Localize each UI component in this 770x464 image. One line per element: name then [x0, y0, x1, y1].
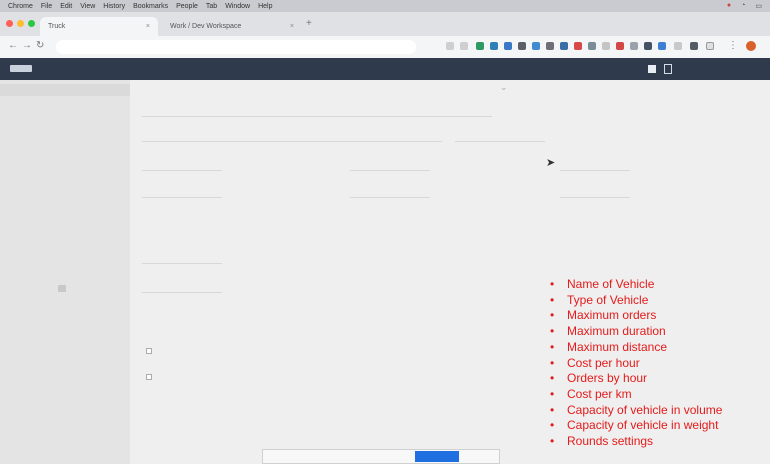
capacity-weight-underline[interactable] [142, 292, 222, 293]
menubar-status-area: ● ◔ ▭ [727, 2, 762, 10]
dropdown-caret-icon[interactable]: ⌄ [500, 82, 508, 93]
annotation-item: • Capacity of vehicle in weight [550, 418, 719, 433]
extension-icon[interactable] [560, 42, 568, 50]
annotation-item: • Name of Vehicle [550, 277, 655, 291]
annotation-item: • Orders by hour [550, 371, 648, 386]
close-tab-icon[interactable]: × [146, 23, 150, 30]
annotation-item: • Rounds settings [550, 434, 654, 449]
extension-icon[interactable] [658, 42, 666, 50]
sidebar-selected-highlight [0, 84, 130, 96]
extension-icon[interactable] [616, 42, 624, 50]
max-orders-underline[interactable] [142, 170, 222, 171]
menu-item-view[interactable]: View [80, 3, 95, 10]
menu-item-edit[interactable]: Edit [60, 3, 72, 10]
annotation-item: • Cost per hour [550, 355, 640, 370]
os-menubar: Chrome File Edit View History Bookmarks … [0, 0, 770, 12]
extension-icon[interactable] [706, 42, 714, 50]
max-duration-underline[interactable] [350, 170, 430, 171]
forward-icon[interactable]: → [22, 40, 32, 51]
checkbox-icon [146, 374, 152, 380]
logout-icon[interactable] [664, 64, 672, 74]
reload-icon[interactable]: ↻ [36, 40, 44, 51]
type-field-underline[interactable] [142, 141, 442, 142]
menu-item-window[interactable]: Window [225, 3, 250, 10]
mouse-cursor-icon: ➤ [546, 157, 556, 169]
new-tab-icon[interactable]: + [306, 18, 312, 29]
extension-icon[interactable] [518, 42, 526, 50]
sidebar-add-button[interactable] [58, 285, 72, 292]
checkbox-icon [146, 348, 152, 354]
extension-icon[interactable] [644, 42, 652, 50]
extension-icon[interactable] [588, 42, 596, 50]
rounds-checkbox-2[interactable] [146, 374, 152, 380]
orders-by-hour-underline[interactable] [350, 197, 430, 198]
menu-item-history[interactable]: History [103, 3, 125, 10]
window-controls [6, 20, 35, 27]
field-underline[interactable] [455, 141, 545, 142]
user-menu[interactable] [648, 64, 672, 74]
extension-icon[interactable] [546, 42, 554, 50]
annotation-item: • Maximum duration [550, 324, 666, 339]
annotation-item: • Capacity of vehicle in volume [550, 402, 723, 417]
app-logo[interactable] [10, 65, 32, 72]
wifi-icon[interactable]: ◔ [741, 2, 745, 10]
max-distance-underline[interactable] [560, 170, 630, 171]
menu-item-bookmarks[interactable]: Bookmarks [133, 3, 168, 10]
back-icon[interactable]: ← [8, 40, 18, 51]
annotation-item: • Cost per km [550, 386, 632, 401]
cost-per-km-underline[interactable] [560, 197, 630, 198]
browser-tabstrip: Truck × Work / Dev Workspace × + [0, 12, 770, 36]
name-field-underline[interactable] [142, 116, 492, 117]
extension-icon[interactable] [504, 42, 512, 50]
menu-item-help[interactable]: Help [258, 3, 272, 10]
capacity-volume-underline[interactable] [142, 263, 222, 264]
extension-icon[interactable] [476, 42, 484, 50]
menu-dots-icon[interactable]: ⋮ [728, 40, 738, 51]
extension-icon[interactable] [490, 42, 498, 50]
browser-tab[interactable]: Work / Dev Workspace × [162, 17, 302, 36]
menu-item-chrome[interactable]: Chrome [8, 3, 33, 10]
browser-tab-active[interactable]: Truck × [40, 17, 158, 36]
tab-title: Work / Dev Workspace [170, 23, 242, 30]
tab-title: Truck [48, 23, 66, 30]
menu-item-file[interactable]: File [41, 3, 52, 10]
annotation-list: • Name of Vehicle • Type of Vehicle • Maxim… [550, 277, 722, 450]
close-window-icon[interactable] [6, 20, 13, 27]
user-avatar-icon [648, 65, 656, 73]
app-header [0, 58, 770, 80]
extension-icon[interactable] [630, 42, 638, 50]
status-icon[interactable]: ● [727, 2, 731, 10]
extension-icon[interactable] [674, 42, 682, 50]
maximize-window-icon[interactable] [28, 20, 35, 27]
extension-icon[interactable] [690, 42, 698, 50]
extension-icon[interactable] [446, 42, 454, 50]
extension-icon[interactable] [574, 42, 582, 50]
sidebar [0, 80, 130, 464]
cookie-banner [262, 449, 500, 464]
menu-item-tab[interactable]: Tab [206, 3, 217, 10]
extension-icon[interactable] [460, 42, 468, 50]
annotation-item: • Maximum orders [550, 308, 657, 323]
cookie-accept-button[interactable] [415, 451, 459, 462]
rounds-checkbox-1[interactable] [146, 348, 152, 354]
extension-icon[interactable] [532, 42, 540, 50]
annotation-item: • Type of Vehicle [550, 292, 649, 307]
browser-toolbar: ← → ↻ ⋮ [0, 36, 770, 59]
add-icon [58, 285, 66, 292]
annotation-item: • Maximum distance [550, 339, 668, 354]
menu-item-people[interactable]: People [176, 3, 198, 10]
cost-per-hour-underline[interactable] [142, 197, 222, 198]
minimize-window-icon[interactable] [17, 20, 24, 27]
close-tab-icon[interactable]: × [290, 23, 294, 30]
battery-icon[interactable]: ▭ [755, 2, 762, 10]
profile-avatar-icon[interactable] [746, 41, 756, 51]
address-bar[interactable] [56, 40, 416, 54]
extension-icon[interactable] [602, 42, 610, 50]
